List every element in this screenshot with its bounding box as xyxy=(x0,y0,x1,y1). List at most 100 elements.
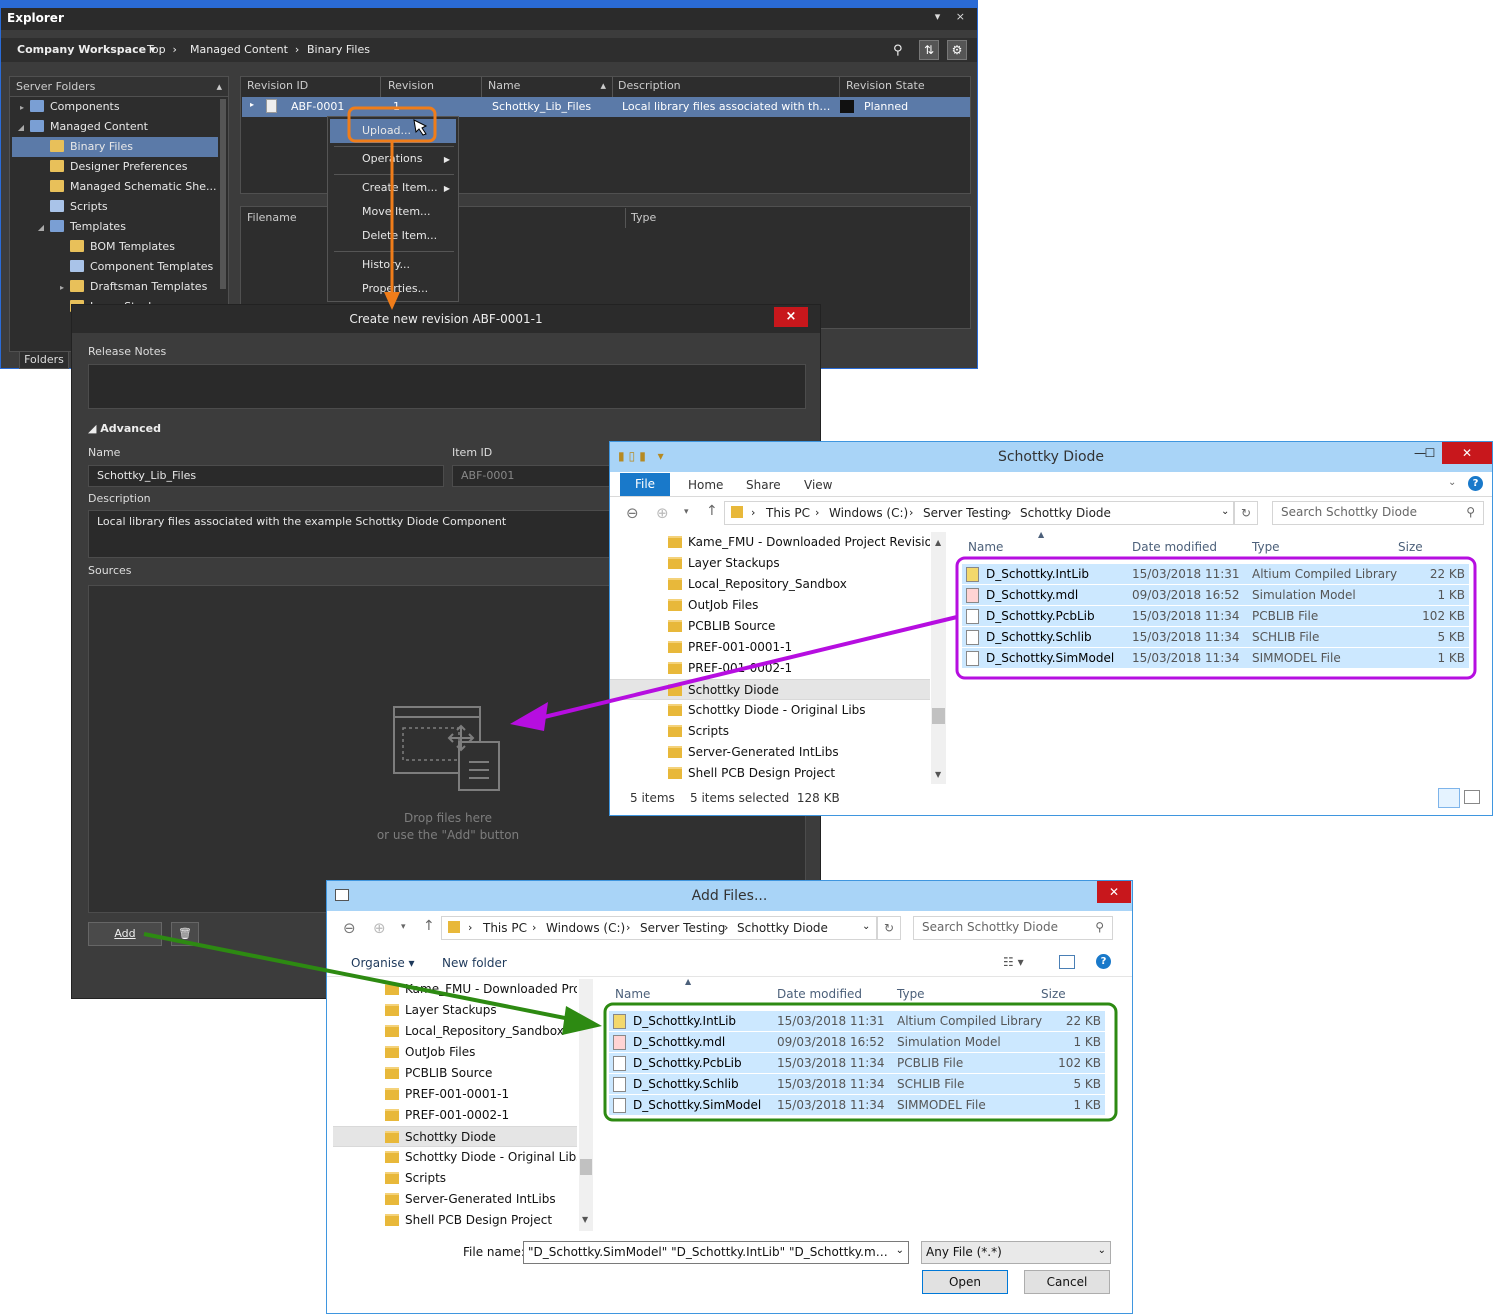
col-date-modified[interactable]: Date modified xyxy=(777,987,862,1001)
tree-item[interactable]: Scripts xyxy=(12,197,218,217)
tree-expander-icon[interactable]: ◢ xyxy=(12,218,50,238)
nav-folder-item[interactable]: Scripts xyxy=(333,1168,577,1189)
file-name-input[interactable]: "D_Schottky.SimModel" "D_Schottky.IntLib… xyxy=(523,1241,909,1264)
quick-access-toolbar[interactable]: ▮▯▮ ▾ xyxy=(618,449,668,463)
file-row[interactable]: D_Schottky.SimModel 15/03/2018 11:34 SIMMO… xyxy=(962,648,1469,669)
large-icons-view-icon[interactable] xyxy=(1464,790,1480,804)
tree-item[interactable]: BOM Templates xyxy=(12,237,218,257)
path-this-pc[interactable]: This PC xyxy=(766,506,810,520)
tree-expander-icon[interactable]: ▸ xyxy=(12,278,70,298)
gear-icon[interactable]: ⚙ xyxy=(947,40,967,60)
nav-folder-item[interactable]: Schottky Diode - Original Libs xyxy=(610,700,930,721)
file-type-select[interactable]: Any File (*.*) ⌄ xyxy=(921,1241,1111,1264)
chevron-down-icon[interactable]: ⌄ xyxy=(1448,477,1456,488)
file-row[interactable]: D_Schottky.PcbLib 15/03/2018 11:34 PCBLIB … xyxy=(609,1053,1105,1074)
menu-item-delete-item[interactable]: Delete Item... xyxy=(362,225,437,247)
col-type[interactable]: Type xyxy=(631,211,656,224)
back-icon[interactable]: ⊖ xyxy=(626,504,639,522)
file-row[interactable]: D_Schottky.Schlib 15/03/2018 11:34 SCHLIB … xyxy=(962,627,1469,648)
forward-icon[interactable]: ⊕ xyxy=(656,504,669,522)
back-icon[interactable]: ⊖ xyxy=(343,919,356,937)
col-size[interactable]: Size xyxy=(1398,540,1423,554)
tab-view[interactable]: View xyxy=(804,478,832,492)
col-revision-id[interactable]: Revision ID xyxy=(247,79,308,92)
forward-icon[interactable]: ⊕ xyxy=(373,919,386,937)
col-revision[interactable]: Revision xyxy=(388,79,434,92)
nav-folder-item[interactable]: Kame_FMU - Downloaded Projec xyxy=(333,979,577,1000)
path-windows-c[interactable]: Windows (C:) xyxy=(829,506,908,520)
close-icon[interactable]: ✕ xyxy=(1097,881,1131,903)
nav-folder-item[interactable]: Schottky Diode - Original Libs xyxy=(333,1147,577,1168)
expand-arrow-icon[interactable]: ▸ xyxy=(250,100,254,109)
nav-folder-item[interactable]: PREF-001-0002-1 xyxy=(333,1105,577,1126)
file-row[interactable]: D_Schottky.PcbLib 15/03/2018 11:34 PCBLIB … xyxy=(962,606,1469,627)
nav-folder-item[interactable]: Server-Generated IntLibs xyxy=(610,742,930,763)
file-row[interactable]: D_Schottky.SimModel 15/03/2018 11:34 SIMMO… xyxy=(609,1095,1105,1116)
col-filename[interactable]: Filename xyxy=(247,211,297,224)
preview-pane-icon[interactable] xyxy=(1059,955,1075,969)
open-button[interactable]: Open xyxy=(922,1270,1008,1294)
nav-folder-item[interactable]: Local_Repository_Sandbox xyxy=(333,1021,577,1042)
cancel-button[interactable]: Cancel xyxy=(1024,1270,1110,1294)
tree-expander-icon[interactable]: ▸ xyxy=(12,98,30,118)
nav-folder-item[interactable]: OutJob Files xyxy=(333,1042,577,1063)
nav-folder-item[interactable]: PREF-001-0002-1 xyxy=(610,658,930,679)
breadcrumb-binary-files[interactable]: Binary Files xyxy=(307,43,370,56)
path-server-testing[interactable]: Server Testing xyxy=(923,506,1008,520)
folders-scrollbar[interactable] xyxy=(220,99,226,289)
breadcrumb-top[interactable]: Top › xyxy=(147,43,177,56)
col-revision-state[interactable]: Revision State xyxy=(846,79,925,92)
col-date-modified[interactable]: Date modified xyxy=(1132,540,1217,554)
folders-tab[interactable]: Folders xyxy=(19,351,69,369)
view-options-icon[interactable]: ☷ ▾ xyxy=(1003,955,1024,969)
tree-item[interactable]: Component Templates xyxy=(12,257,218,277)
close-icon[interactable]: × xyxy=(774,307,808,327)
nav-folder-item[interactable]: PCBLIB Source xyxy=(610,616,930,637)
advanced-section-toggle[interactable]: ◢ Advanced xyxy=(88,422,161,435)
nav-scrollbar[interactable]: ▲ ▼ xyxy=(931,532,946,784)
nav-folder-item[interactable]: PREF-001-0001-1 xyxy=(333,1084,577,1105)
nav-folder-item[interactable]: Shell PCB Design Project xyxy=(610,763,930,784)
recent-locations-icon[interactable]: ▾ xyxy=(401,922,406,932)
file-row[interactable]: D_Schottky.IntLib 15/03/2018 11:31 Altium … xyxy=(609,1011,1105,1032)
col-description[interactable]: Description xyxy=(618,79,681,92)
col-type[interactable]: Type xyxy=(897,987,925,1001)
tree-item[interactable]: ◢ Templates xyxy=(12,217,218,237)
tab-home[interactable]: Home xyxy=(688,478,723,492)
file-row[interactable]: D_Schottky.Schlib 15/03/2018 11:34 SCHLIB … xyxy=(609,1074,1105,1095)
tree-item[interactable]: Binary Files xyxy=(12,137,218,157)
nav-scrollbar[interactable]: ▼ xyxy=(579,979,593,1231)
nav-folder-item[interactable]: PCBLIB Source xyxy=(333,1063,577,1084)
nav-folder-item[interactable]: Layer Stackups xyxy=(333,1000,577,1021)
col-type[interactable]: Type xyxy=(1252,540,1280,554)
col-size[interactable]: Size xyxy=(1041,987,1066,1001)
table-row[interactable]: ▸ ABF-0001 1 Schottky_Lib_Files Local li… xyxy=(242,97,970,117)
refresh-icon[interactable]: ↻ xyxy=(1234,501,1258,525)
new-folder-button[interactable]: New folder xyxy=(442,956,507,970)
address-bar[interactable]: › This PC › Windows (C:) › Server Testin… xyxy=(724,501,1234,525)
menu-item-history[interactable]: History... xyxy=(362,254,410,276)
col-name[interactable]: Name xyxy=(615,987,650,1001)
nav-folder-item[interactable]: OutJob Files xyxy=(610,595,930,616)
path-windows-c[interactable]: Windows (C:) xyxy=(546,921,625,935)
nav-folder-item[interactable]: Schottky Diode xyxy=(333,1126,577,1147)
refresh-icon[interactable]: ⇅ xyxy=(919,40,939,60)
breadcrumb-managed-content[interactable]: Managed Content › xyxy=(190,43,299,56)
address-bar[interactable]: › This PC › Windows (C:) › Server Testin… xyxy=(441,916,877,940)
search-icon[interactable]: ⚲ xyxy=(893,43,903,58)
chevron-down-icon[interactable]: ⌄ xyxy=(862,921,870,932)
menu-item-upload[interactable]: Upload... xyxy=(362,120,411,142)
tab-file[interactable]: File xyxy=(620,473,670,496)
explorer-window-controls[interactable]: ▾ × xyxy=(935,10,971,23)
help-icon[interactable]: ? xyxy=(1096,954,1111,969)
details-view-icon[interactable] xyxy=(1438,788,1460,808)
name-input[interactable]: Schottky_Lib_Files xyxy=(88,465,444,487)
file-row[interactable]: D_Schottky.mdl 09/03/2018 16:52 Simulation… xyxy=(609,1032,1105,1053)
nav-folder-item[interactable]: Schottky Diode xyxy=(610,679,930,700)
search-input[interactable]: Search Schottky Diode ⚲ xyxy=(913,916,1113,940)
tree-expander-icon[interactable]: ◢ xyxy=(12,118,30,138)
trash-icon[interactable]: 🗑 xyxy=(171,922,199,946)
menu-item-move-item[interactable]: Move Item... xyxy=(362,201,431,223)
help-icon[interactable]: ? xyxy=(1468,476,1483,491)
tree-item[interactable]: ▸ Draftsman Templates xyxy=(12,277,218,297)
